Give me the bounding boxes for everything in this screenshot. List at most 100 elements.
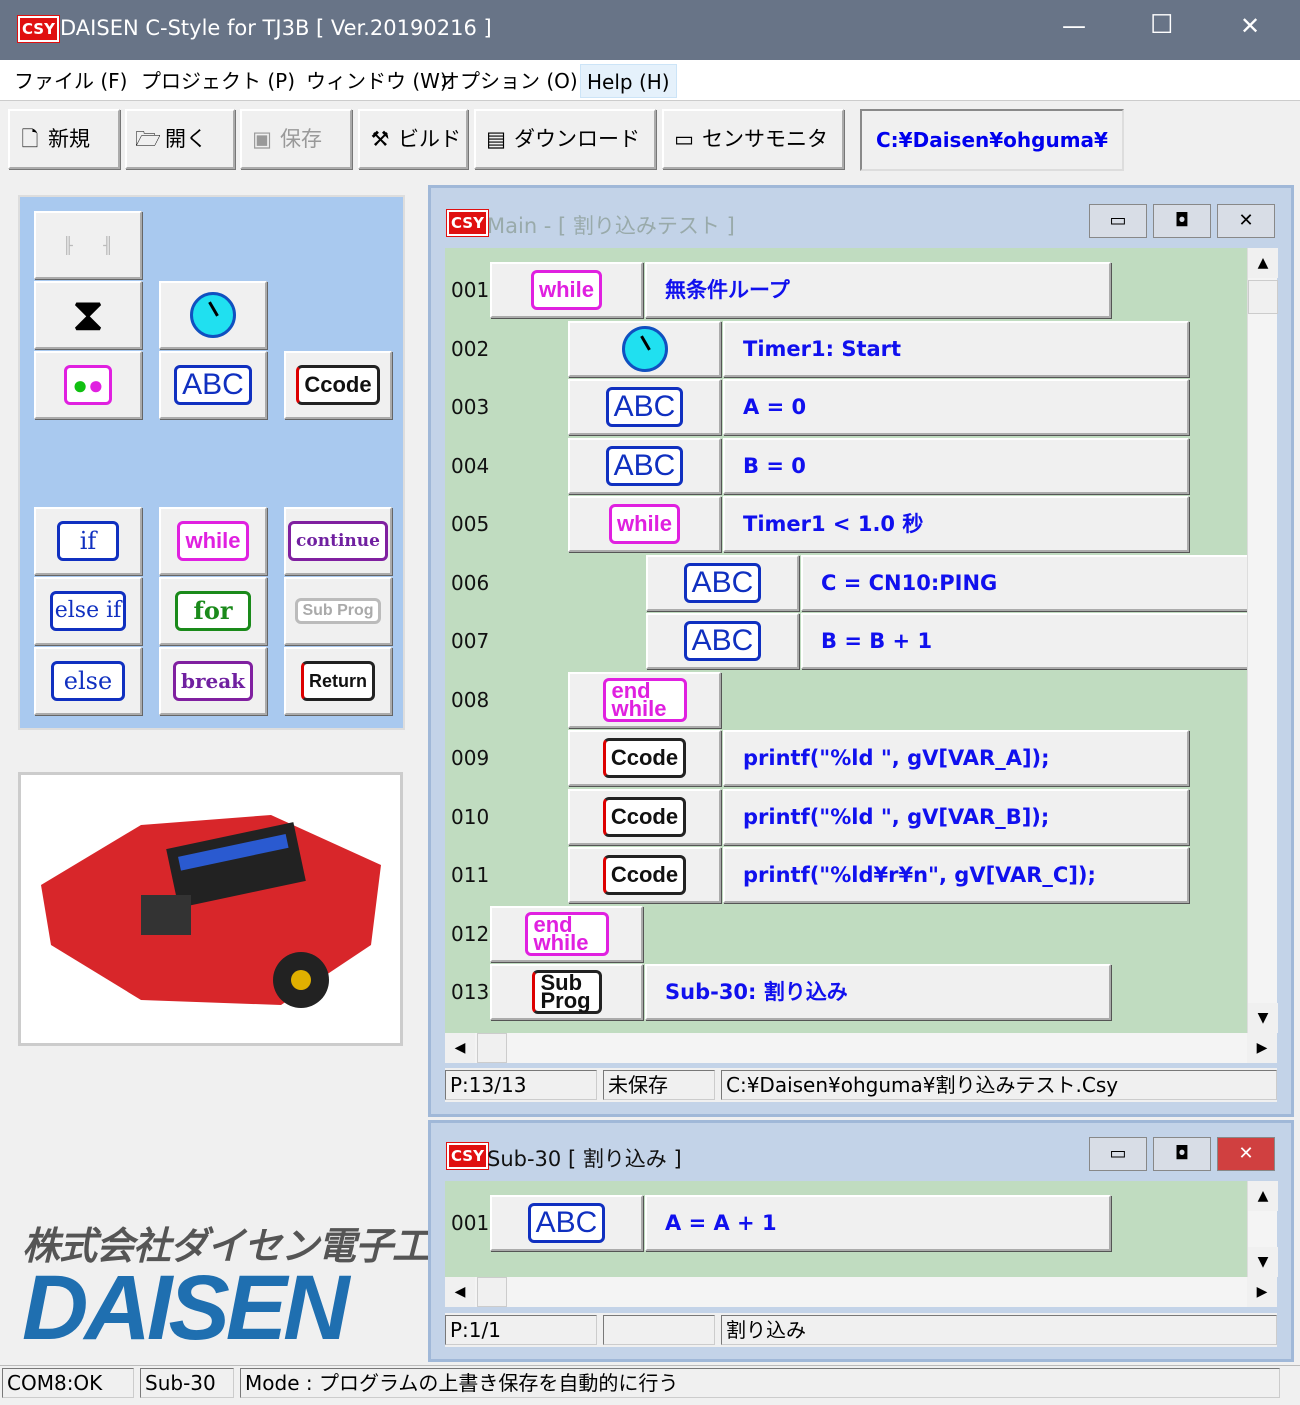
command-icon-cell[interactable] <box>568 320 721 377</box>
download-button[interactable]: ▤ ダウンロード <box>474 109 656 169</box>
menu-help[interactable]: Help (H) <box>580 64 677 98</box>
sub-vertical-scrollbar[interactable]: ▲ ▼ <box>1247 1181 1278 1277</box>
command-icon-cell[interactable]: end while <box>490 905 643 962</box>
command-icon-cell[interactable]: ABC <box>568 437 721 494</box>
menu-window[interactable]: ウィンドウ (W) <box>300 64 454 98</box>
download-icon: ▤ <box>486 127 506 151</box>
palette-comment[interactable]: ╟ ╢ <box>34 211 142 279</box>
palette-timer[interactable] <box>159 281 267 349</box>
palette-while[interactable]: while <box>159 507 267 575</box>
program-row[interactable]: 001 while 無条件ループ <box>445 262 1247 320</box>
window-logo-icon: CSY <box>446 1142 489 1170</box>
close-button[interactable]: ✕ <box>1240 12 1260 40</box>
menu-project[interactable]: プロジェクト (P) <box>135 64 301 98</box>
command-text[interactable]: printf("%ld¥r¥n", gV[VAR_C]); <box>723 847 1189 903</box>
sub-scroll-right-button[interactable]: ▶ <box>1247 1277 1277 1307</box>
program-row[interactable]: 007 ABC B = B + 1 <box>445 613 1247 671</box>
line-number: 004 <box>451 453 490 478</box>
break-icon: break <box>172 661 254 701</box>
program-row[interactable]: 004 ABC B = 0 <box>445 437 1247 496</box>
build-button[interactable]: ⚒ ビルド <box>358 109 468 169</box>
sub-scroll-down-button[interactable]: ▼ <box>1248 1247 1278 1277</box>
minimize-button[interactable]: — <box>1062 12 1086 40</box>
sub-hscroll-thumb[interactable] <box>477 1277 507 1307</box>
command-icon-cell[interactable]: ABC <box>568 379 721 435</box>
palette-continue[interactable]: continue <box>284 507 392 575</box>
command-text[interactable]: B = B + 1 <box>801 613 1247 669</box>
command-text[interactable]: Timer1: Start <box>723 320 1189 377</box>
scroll-left-button[interactable]: ◀ <box>445 1033 475 1063</box>
program-row[interactable]: 008 end while <box>445 671 1247 730</box>
program-row[interactable]: 009 Ccode printf("%ld ", gV[VAR_A]); <box>445 730 1247 788</box>
child-restore-button[interactable]: ◘ <box>1153 204 1211 238</box>
command-text[interactable]: A = 0 <box>723 379 1189 435</box>
open-button[interactable]: 🗁 開く <box>125 109 235 169</box>
palette-wait[interactable]: ⧗ <box>34 281 142 349</box>
robot-image <box>18 772 403 1046</box>
for-icon: for <box>174 591 252 631</box>
vertical-scrollbar[interactable]: ▲ ▼ <box>1247 248 1278 1033</box>
command-text[interactable]: Timer1 < 1.0 秒 <box>723 496 1189 552</box>
save-status: 未保存 <box>603 1070 715 1100</box>
palette-led[interactable]: ●● <box>34 351 142 419</box>
command-text[interactable]: Sub-30: 割り込み <box>645 964 1111 1020</box>
command-icon-cell[interactable]: ABC <box>490 1195 643 1251</box>
menu-option[interactable]: オプション (O) <box>434 64 584 98</box>
save-button[interactable]: ▣ 保存 <box>240 109 352 169</box>
scroll-thumb[interactable] <box>1248 280 1278 314</box>
palette-break[interactable]: break <box>159 647 267 715</box>
program-row[interactable]: 001 ABC A = A + 1 <box>445 1195 1247 1253</box>
command-icon-cell[interactable]: while <box>568 496 721 552</box>
program-area[interactable]: 001 while 無条件ループ 002 Timer1: Start 003 ABC A = … <box>445 248 1247 1033</box>
command-icon-cell[interactable]: Ccode <box>568 788 721 845</box>
sub-horizontal-scrollbar[interactable]: ◀ ▶ <box>445 1277 1277 1307</box>
sub-program-area[interactable]: 001 ABC A = A + 1 <box>445 1181 1247 1277</box>
command-icon-cell[interactable]: end while <box>568 671 721 728</box>
command-text[interactable]: printf("%ld ", gV[VAR_B]); <box>723 788 1189 845</box>
palette-subprog[interactable]: Sub Prog <box>284 577 392 645</box>
program-row[interactable]: 002 Timer1: Start <box>445 320 1247 379</box>
sub-restore-button[interactable]: ◘ <box>1153 1137 1211 1171</box>
sub-scroll-up-button[interactable]: ▲ <box>1248 1181 1278 1211</box>
child-close-button[interactable]: ✕ <box>1217 204 1275 238</box>
command-icon-cell[interactable]: ABC <box>646 613 799 669</box>
command-icon-cell[interactable]: Ccode <box>568 730 721 786</box>
subprog-icon: Sub Prog <box>531 970 602 1014</box>
program-row[interactable]: 013 Sub Prog Sub-30: 割り込み <box>445 964 1247 1022</box>
sub-scroll-left-button[interactable]: ◀ <box>445 1277 475 1307</box>
child-minimize-button[interactable]: ▭ <box>1089 204 1147 238</box>
command-icon-cell[interactable]: ABC <box>646 554 799 611</box>
sub-close-button[interactable]: ✕ <box>1217 1137 1275 1171</box>
palette-else[interactable]: else <box>34 647 142 715</box>
command-text[interactable]: A = A + 1 <box>645 1195 1111 1251</box>
program-row[interactable]: 006 ABC C = CN10:PING <box>445 554 1247 613</box>
command-text[interactable]: printf("%ld ", gV[VAR_A]); <box>723 730 1189 786</box>
palette-if[interactable]: if <box>34 507 142 575</box>
palette-else-if[interactable]: else if <box>34 577 142 645</box>
command-text[interactable]: C = CN10:PING <box>801 554 1247 611</box>
sub-minimize-button[interactable]: ▭ <box>1089 1137 1147 1171</box>
command-icon-cell[interactable]: Ccode <box>568 847 721 903</box>
hscroll-thumb[interactable] <box>477 1033 507 1063</box>
command-text[interactable]: 無条件ループ <box>645 262 1111 318</box>
program-row[interactable]: 005 while Timer1 < 1.0 秒 <box>445 496 1247 554</box>
command-icon-cell[interactable]: while <box>490 262 643 318</box>
program-row[interactable]: 010 Ccode printf("%ld ", gV[VAR_B]); <box>445 788 1247 847</box>
palette-return[interactable]: Return <box>284 647 392 715</box>
palette-ccode[interactable]: Ccode <box>284 351 392 419</box>
palette-for[interactable]: for <box>159 577 267 645</box>
new-button[interactable]: 🗋 新規 <box>8 109 120 169</box>
palette-abc[interactable]: ABC <box>159 351 267 419</box>
maximize-button[interactable]: ☐ <box>1150 10 1173 40</box>
horizontal-scrollbar[interactable]: ◀ ▶ <box>445 1033 1277 1063</box>
scroll-right-button[interactable]: ▶ <box>1247 1033 1277 1063</box>
program-row[interactable]: 012 end while <box>445 905 1247 964</box>
menu-file[interactable]: ファイル (F) <box>8 64 133 98</box>
program-row[interactable]: 003 ABC A = 0 <box>445 379 1247 437</box>
command-text[interactable]: B = 0 <box>723 437 1189 494</box>
scroll-down-button[interactable]: ▼ <box>1248 1003 1278 1033</box>
scroll-up-button[interactable]: ▲ <box>1248 248 1278 278</box>
command-icon-cell[interactable]: Sub Prog <box>490 964 643 1020</box>
program-row[interactable]: 011 Ccode printf("%ld¥r¥n", gV[VAR_C]); <box>445 847 1247 905</box>
sensor-monitor-button[interactable]: ▭ センサモニタ <box>662 109 844 169</box>
